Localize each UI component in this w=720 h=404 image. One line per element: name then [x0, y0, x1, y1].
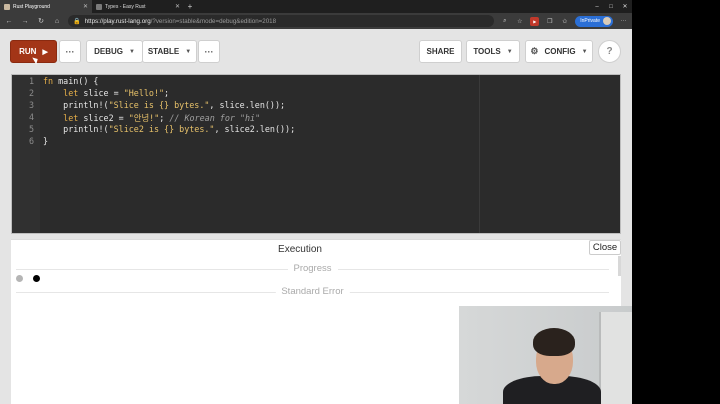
- loading-dot-icon: [16, 275, 23, 282]
- url-scheme: https://: [84, 17, 104, 25]
- help-button[interactable]: ?: [598, 40, 621, 63]
- code-line: }: [43, 136, 49, 146]
- extension-icon[interactable]: ▶: [530, 16, 540, 26]
- tab-close-icon[interactable]: ✕: [175, 3, 180, 10]
- code-line: let slice2 = "안녕!"; // Korean for "hi": [63, 113, 261, 123]
- favorite-star-icon[interactable]: ☆: [515, 17, 524, 26]
- code-line: fn main() {: [43, 76, 99, 86]
- url-host: play.rust-lang.org: [103, 17, 151, 25]
- print-margin: [479, 75, 480, 233]
- url-path: /?version=stable&mode=debug&edition=2018: [150, 17, 277, 25]
- home-icon[interactable]: ⌂: [52, 18, 62, 25]
- back-arrow-icon[interactable]: ←: [4, 18, 14, 25]
- stable-label: STABLE: [147, 47, 180, 56]
- tab-label: Types - Easy Rust: [105, 3, 146, 10]
- help-question-icon: ?: [606, 46, 613, 57]
- play-triangle-icon: ▶: [42, 48, 48, 56]
- line-number: 1: [28, 76, 34, 86]
- close-window-button[interactable]: ✕: [618, 0, 632, 13]
- code-line: println!("Slice is {} bytes.", slice.len…: [43, 100, 286, 110]
- run-more-button[interactable]: ···: [59, 40, 81, 63]
- config-label: CONFIG: [544, 47, 576, 56]
- line-number: 3: [28, 100, 34, 110]
- screen: Rust Playground ✕ Types - Easy Rust ✕ + …: [0, 0, 720, 404]
- chevron-down-icon: ▼: [185, 48, 192, 55]
- debug-label: DEBUG: [94, 47, 123, 56]
- collections-icon[interactable]: ❒: [545, 17, 554, 26]
- share-button[interactable]: SHARE: [419, 40, 462, 63]
- more-dots-icon: ···: [204, 46, 214, 57]
- output-scrollbar[interactable]: [618, 256, 621, 276]
- avatar: [603, 17, 611, 25]
- line-number: 4: [28, 112, 34, 122]
- forward-arrow-icon[interactable]: →: [20, 18, 30, 25]
- menu-dots-icon[interactable]: ···: [619, 17, 628, 26]
- profile-label: InPrivate: [580, 18, 600, 24]
- tools-label: TOOLS: [473, 47, 501, 56]
- chevron-down-icon: ▼: [128, 48, 135, 55]
- tab-label: Rust Playground: [13, 3, 50, 10]
- lock-icon: 🔒: [73, 18, 81, 25]
- line-number-gutter: 1 2 3 4 5 6: [12, 75, 40, 233]
- playground-toolbar: RUN ▶ ··· DEBUG ▼ STABLE ▼ ··· SHARE TOO…: [0, 29, 632, 73]
- stderr-section: Standard Error: [16, 286, 609, 298]
- loading-dot-icon: [33, 275, 40, 282]
- webcam-overlay: [459, 306, 632, 404]
- code-line: let slice = "Hello!";: [63, 88, 170, 98]
- maximize-button[interactable]: □: [604, 0, 618, 13]
- favorites-bar-icon[interactable]: ✩: [560, 17, 569, 26]
- close-output-button[interactable]: Close: [589, 240, 621, 255]
- output-title: Execution: [278, 244, 322, 255]
- mouse-cursor-icon: [32, 55, 40, 65]
- progress-label: Progress: [287, 263, 338, 274]
- window-controls: – □ ✕: [590, 0, 632, 13]
- stable-channel-button[interactable]: STABLE ▼: [142, 40, 197, 63]
- chevron-down-icon: ▼: [506, 48, 513, 55]
- rust-favicon-icon: [4, 3, 10, 10]
- address-bar: ← → ↻ ⌂ 🔒 https://play.rust-lang.org/?ve…: [0, 13, 632, 29]
- new-tab-button[interactable]: +: [184, 0, 196, 13]
- tools-button[interactable]: TOOLS ▼: [466, 40, 520, 63]
- gear-icon: ⚙: [530, 46, 539, 56]
- url-field[interactable]: 🔒 https://play.rust-lang.org/?version=st…: [68, 15, 495, 27]
- progress-section: Progress: [16, 263, 609, 275]
- line-number: 5: [28, 124, 34, 134]
- share-label: SHARE: [426, 47, 455, 56]
- stderr-label: Standard Error: [275, 286, 350, 297]
- more-dots-icon: ···: [65, 46, 75, 57]
- chevron-down-icon: ▼: [581, 48, 588, 55]
- tab-close-icon[interactable]: ✕: [83, 3, 88, 10]
- tab-rust-playground[interactable]: Rust Playground ✕: [0, 0, 92, 13]
- refresh-icon[interactable]: ↻: [36, 17, 46, 25]
- code-editor[interactable]: 1 2 3 4 5 6 fn main() { let slice = "Hel…: [11, 74, 621, 234]
- page-favicon-icon: [96, 3, 102, 10]
- profile-button[interactable]: InPrivate: [575, 15, 613, 27]
- tab-strip: Rust Playground ✕ Types - Easy Rust ✕ + …: [0, 0, 632, 13]
- debug-mode-button[interactable]: DEBUG ▼: [86, 40, 143, 63]
- code-line: println!("Slice2 is {} bytes.", slice2.l…: [43, 124, 296, 134]
- zoom-icon[interactable]: ⌕: [500, 17, 509, 26]
- config-button[interactable]: ⚙ CONFIG ▼: [525, 40, 593, 63]
- minimize-button[interactable]: –: [590, 0, 604, 13]
- line-number: 6: [28, 136, 34, 146]
- line-number: 2: [28, 88, 34, 98]
- tab-easy-rust[interactable]: Types - Easy Rust ✕: [92, 0, 184, 13]
- channel-more-button[interactable]: ···: [198, 40, 220, 63]
